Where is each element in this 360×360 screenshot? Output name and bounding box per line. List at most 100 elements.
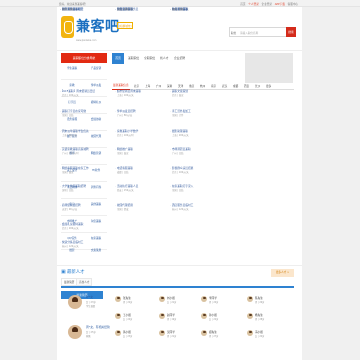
tab-fulltime-jobs[interactable]: 全职职位 <box>144 56 155 60</box>
category-divider <box>61 232 107 233</box>
job-meta: 上海 | 100元/天 <box>117 94 134 97</box>
category-link[interactable]: 在家兼职 <box>85 237 107 241</box>
page-container: 兼客吧 [切换城市] www.jiankeba.com 职位 请输入职位名称 搜… <box>57 7 302 360</box>
city-tab[interactable]: 西安 <box>244 84 249 88</box>
avatar <box>201 313 207 319</box>
top-bar: 您好，欢迎来到兼客吧！ 首页 个人登录 企业登录 APP下载 客服中心 <box>0 0 360 7</box>
resume-name[interactable]: 叶*女 <box>86 295 93 299</box>
category-link[interactable]: 文案策划 <box>85 249 107 253</box>
category-link[interactable]: 淘宝兼职 <box>85 220 107 224</box>
city-tab[interactable]: 北京 <box>134 84 139 88</box>
tab-home[interactable]: 首页 <box>112 53 124 64</box>
category-link[interactable]: 模特礼仪 <box>85 101 107 105</box>
category-link[interactable]: 产品促销 <box>85 67 107 71</box>
resume-meta: 女 | 20岁 <box>255 334 265 338</box>
avatar <box>68 295 82 309</box>
category-link[interactable]: 网络营销 <box>85 152 107 156</box>
avatar <box>115 330 121 336</box>
resume-meta: 女 | 24岁 <box>123 317 133 321</box>
avatar <box>159 296 165 302</box>
category-divider <box>61 79 107 80</box>
job-meta: 广州 | 80元/天 <box>117 114 133 117</box>
city-tab[interactable]: 更多 <box>266 84 271 88</box>
avatar <box>159 330 165 336</box>
category-link[interactable]: 传单派发 <box>85 84 107 88</box>
category-link[interactable]: 打字员 <box>61 101 83 105</box>
category-link[interactable]: 会展协助 <box>85 118 107 122</box>
city-tab[interactable]: 武汉 <box>222 84 227 88</box>
resume-meta: 学生兼职 <box>86 305 96 308</box>
tab-find-talent[interactable]: 找人才 <box>160 56 168 60</box>
tab-latest-resumes[interactable]: 最新简历 <box>61 278 78 286</box>
top-link-app[interactable]: APP下载 <box>275 3 285 6</box>
featured-head: 最新简历 <box>61 291 103 299</box>
category-link[interactable]: 摄影 <box>61 249 83 253</box>
welcome-text: 您好，欢迎来到兼客吧！ <box>59 3 88 6</box>
category-link[interactable]: 话务客服 <box>61 118 83 122</box>
avatar <box>115 296 121 302</box>
top-link-home[interactable]: 首页 <box>240 3 245 6</box>
city-tab[interactable]: 上海 <box>145 84 150 88</box>
talent-icon: ▣ <box>61 269 66 275</box>
city-tab[interactable]: 天津 <box>178 84 183 88</box>
logo-icon[interactable] <box>61 16 74 38</box>
search-scope-select[interactable]: 职位 <box>231 31 236 35</box>
resume-meta: 男 | 20岁 <box>209 300 219 304</box>
switch-city-button[interactable]: [切换城市] <box>117 22 134 29</box>
job-meta: 全国 | 面议 <box>62 171 74 174</box>
job-meta: 广州 | 150元/时 <box>62 152 79 155</box>
avatar <box>247 330 253 336</box>
header: 兼客吧 [切换城市] www.jiankeba.com 职位 请输入职位名称 搜… <box>57 7 302 50</box>
job-meta: 深圳 | 日结 <box>62 189 74 192</box>
job-meta: 全国 | 计件 <box>172 114 184 117</box>
tab-parttime-jobs[interactable]: 兼职职位 <box>128 56 139 60</box>
tab-company-recruit[interactable]: 企业招聘 <box>174 56 185 60</box>
job-meta: 北京 | 100元/时 <box>117 134 134 137</box>
logo-text[interactable]: 兼客吧 <box>76 16 120 36</box>
job-meta: 南京 | 日结 <box>172 8 184 11</box>
top-link-service[interactable]: 客服中心 <box>288 3 298 6</box>
category-link[interactable]: 其他兼职 <box>85 203 107 207</box>
job-meta: 全国 | 面议 <box>62 8 74 11</box>
job-meta: 天津 | 90元/天 <box>62 208 78 211</box>
job-meta: 全国 | 面议 <box>117 152 129 155</box>
resume-meta: 男 | 21岁 <box>167 334 177 338</box>
category-divider <box>61 181 107 182</box>
city-tab[interactable]: 重庆 <box>189 84 194 88</box>
avatar <box>115 313 121 319</box>
job-meta: 北京 | 面议 <box>172 94 184 97</box>
city-tab[interactable]: 南京 <box>211 84 216 88</box>
search-button[interactable]: 搜索 <box>286 27 296 37</box>
resume-meta: 男 | 19岁 <box>167 317 177 321</box>
city-tab[interactable]: 杭州 <box>200 84 205 88</box>
ad-banner[interactable] <box>245 53 293 83</box>
more-talent-button[interactable]: 更多人才 > <box>271 269 294 277</box>
resume-meta: 家教 <box>86 335 91 338</box>
search-input[interactable]: 请输入职位名称 <box>240 31 258 35</box>
tab-college-talent[interactable]: 高校人才 <box>76 278 93 286</box>
city-tab[interactable]: 深圳 <box>167 84 172 88</box>
resume-name[interactable]: 周*女，有相关经验 <box>86 325 110 329</box>
category-link[interactable]: 学生兼职 <box>61 67 83 71</box>
avatar <box>68 325 82 339</box>
top-link-company-login[interactable]: 企业登录 <box>262 3 272 6</box>
avatar <box>159 313 165 319</box>
category-link[interactable]: 校园代理 <box>85 135 107 139</box>
talent-section-header: ▣ 最新人才 更多人才 > <box>57 265 302 277</box>
category-link[interactable]: 调查问卷 <box>85 186 107 190</box>
category-link[interactable]: 家教 <box>61 84 83 88</box>
resume-meta: 男 | 22岁 <box>123 300 133 304</box>
avatar <box>247 296 253 302</box>
city-tab[interactable]: 广州 <box>156 84 161 88</box>
job-meta: 北京 | 100元/天 <box>172 171 189 174</box>
job-meta: 杭州 | 120元/天 <box>62 245 79 248</box>
main-nav: 首页 兼职职位 全职职位 找人才 企业招聘 <box>112 53 201 64</box>
search-box[interactable]: 职位 请输入职位名称 <box>229 27 287 37</box>
job-meta: 长沙 | 15元/时 <box>117 8 133 11</box>
resume-meta: 男 | 27岁 <box>209 334 219 338</box>
city-tab[interactable]: 成都 <box>233 84 238 88</box>
top-link-personal-login[interactable]: 个人登录 <box>248 3 258 6</box>
job-meta: 上海 | 200元/天 <box>172 134 189 137</box>
city-tab[interactable]: 长沙 <box>255 84 260 88</box>
resume-meta: 男 | 28岁 <box>255 317 265 321</box>
